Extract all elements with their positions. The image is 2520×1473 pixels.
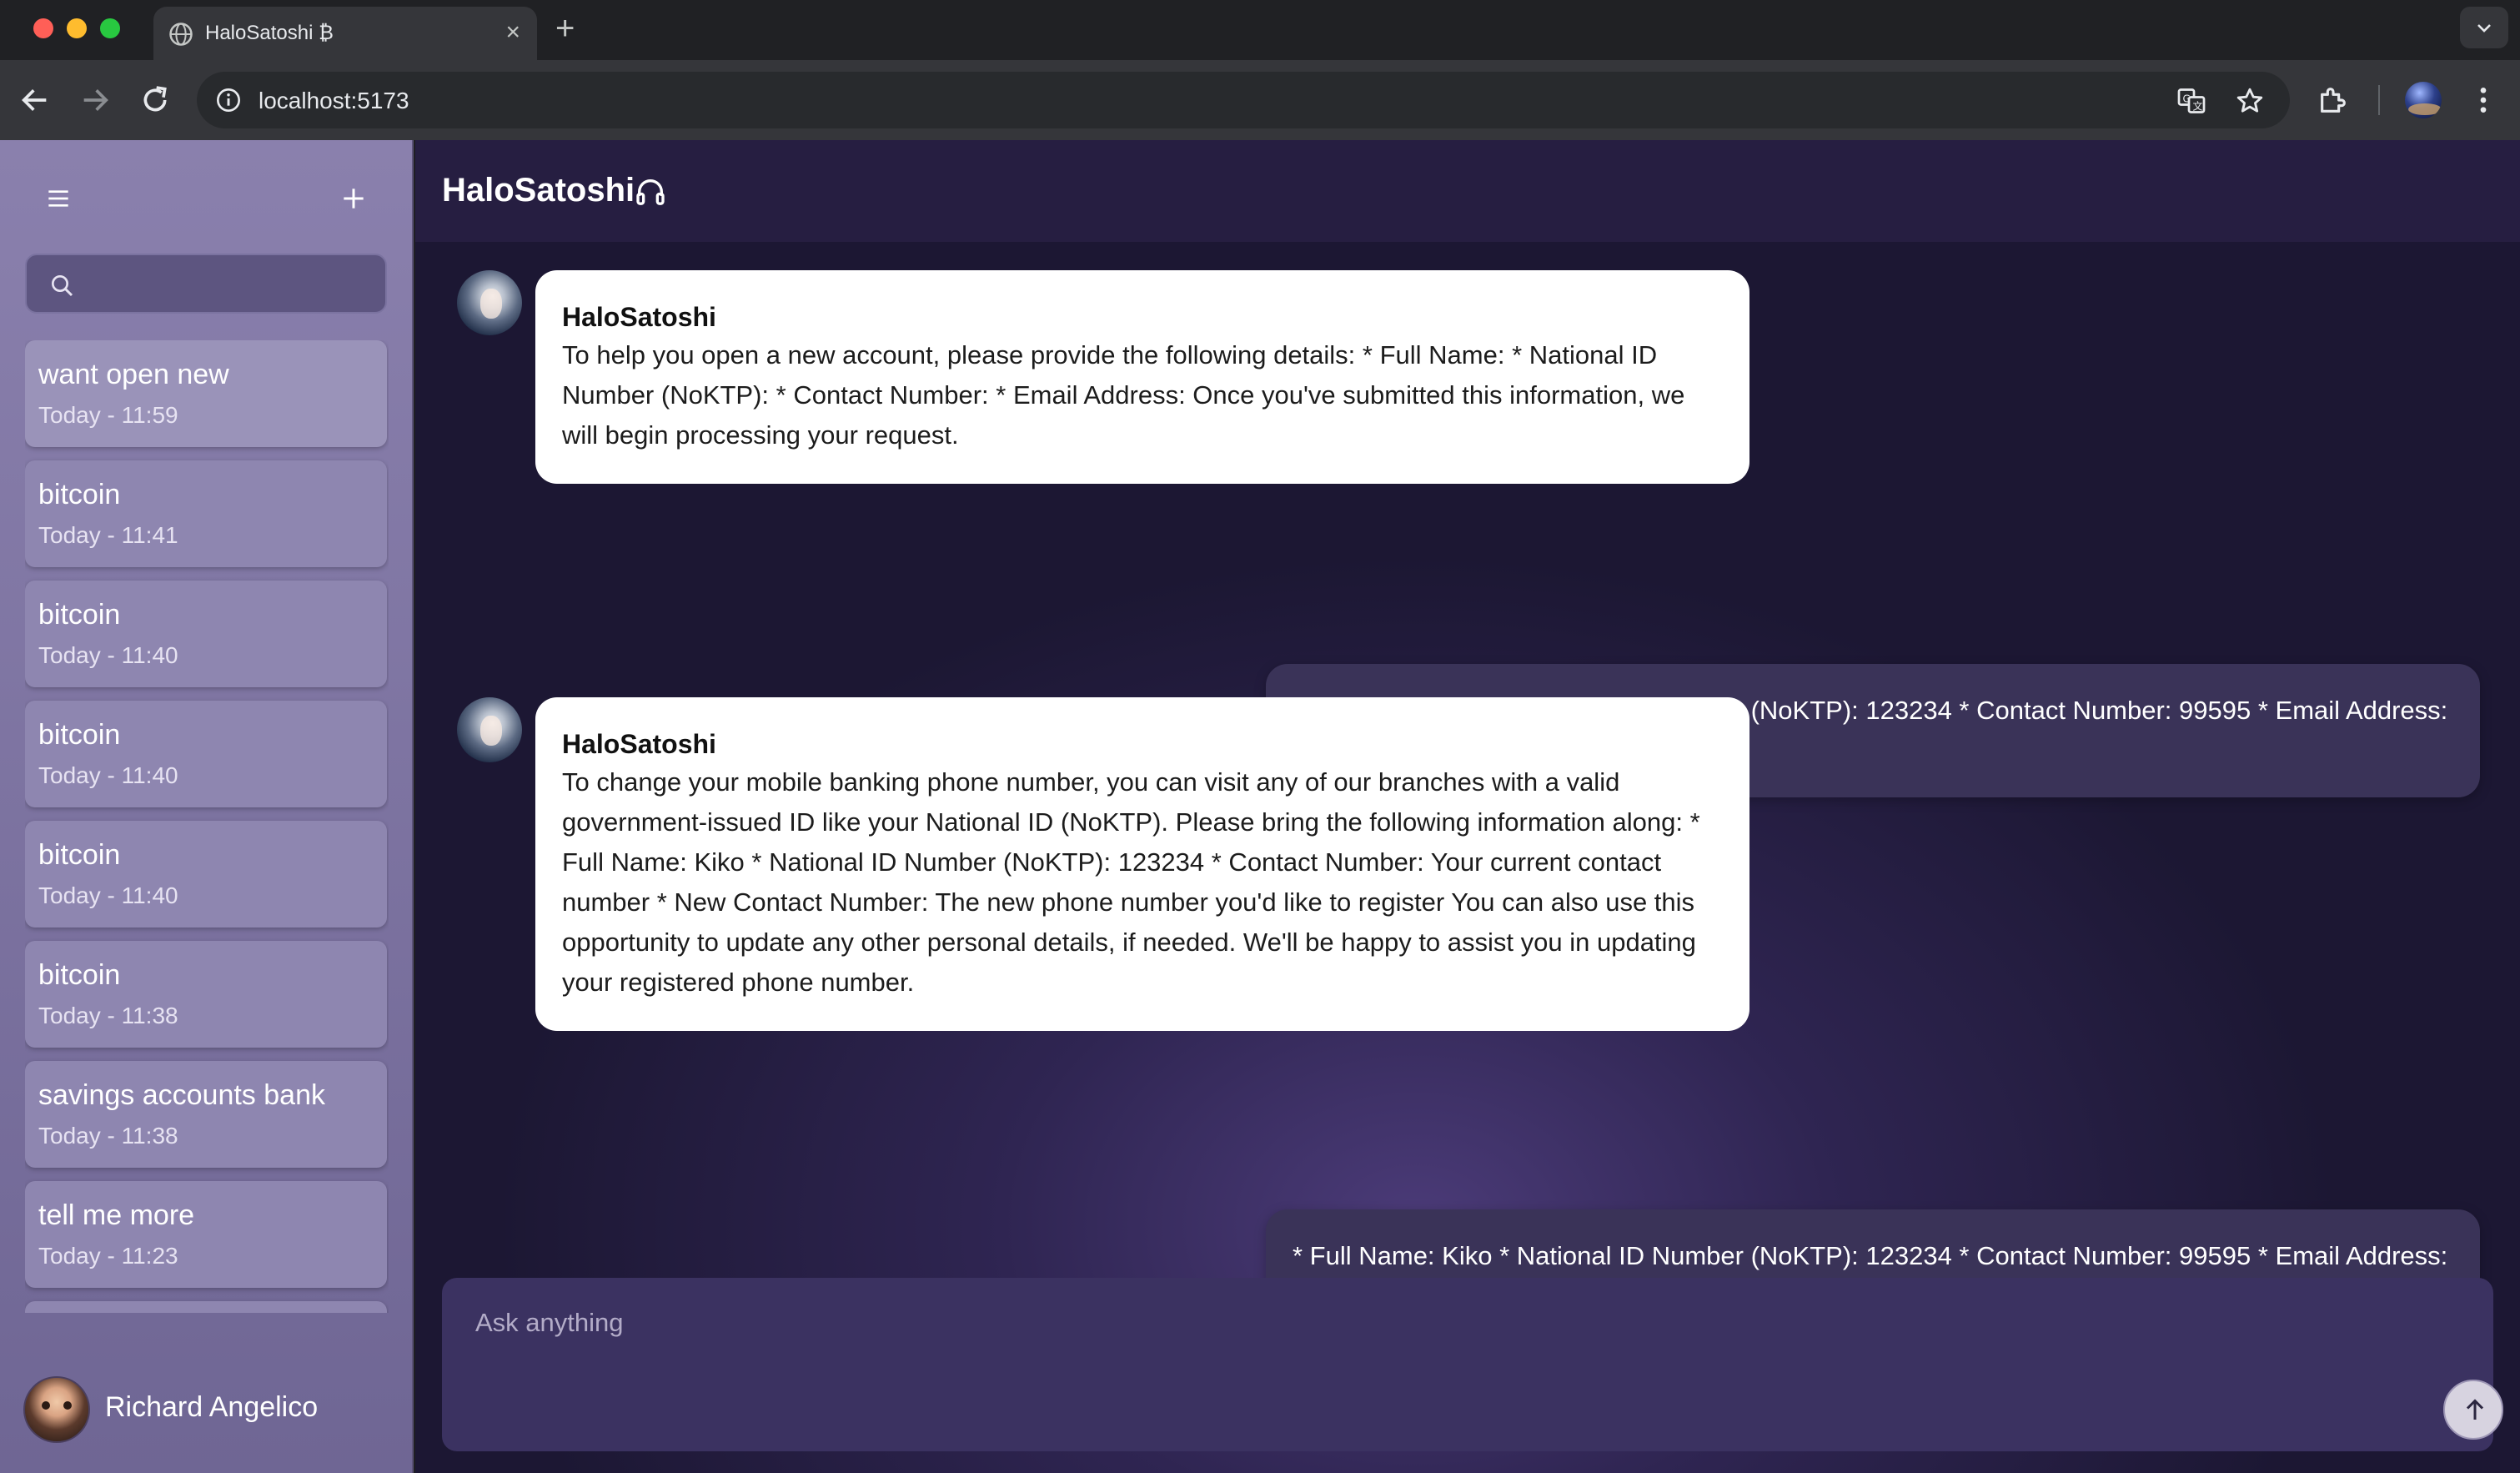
bot-message-text: To change your mobile banking phone numb… [562,767,1700,997]
search-icon [52,275,73,297]
headset-icon [636,179,665,205]
browser-tabbar: HaloSatoshi ₿ × + [0,0,2520,60]
globe-icon [169,23,193,46]
conversation-item[interactable]: bitcoin Today - 11:40 [25,701,387,807]
user-avatar[interactable] [23,1376,90,1443]
window-close-button[interactable] [33,18,53,38]
conversation-item[interactable]: bitcoin Today - 11:40 [25,821,387,928]
app-root: want open new Today - 11:59 bitcoin Toda… [0,140,2520,1473]
conversation-time: Today - 11:23 [38,1243,178,1269]
forward-icon[interactable] [78,83,112,117]
conversation-title: bitcoin [38,719,121,751]
chat-main: HaloSatoshi HaloSatoshi To help you open… [415,140,2520,1473]
conversation-item[interactable]: bitcoin Today - 11:41 [25,460,387,567]
window-minimize-button[interactable] [67,18,87,38]
conversation-time: Today - 11:40 [38,642,178,668]
conversation-list: want open new Today - 11:59 bitcoin Toda… [25,340,389,1313]
bot-message: HaloSatoshi To help you open a new accou… [535,270,1749,484]
tab-close-icon[interactable]: × [505,18,520,47]
conversation-item[interactable]: bitcoin Today - 11:38 [25,941,387,1048]
conversation-item[interactable]: want open new Today - 11:59 [25,340,387,447]
conversation-title: bitcoin [38,479,121,510]
bot-avatar [457,270,522,335]
bookmark-star-icon[interactable] [2235,86,2265,116]
send-button[interactable] [2443,1380,2503,1440]
chat-header: HaloSatoshi [415,140,2520,242]
conversation-time: Today - 11:41 [38,522,178,548]
conversation-time: Today - 11:38 [38,1003,178,1028]
bot-name: HaloSatoshi [562,302,716,332]
conversation-time: Today - 11:40 [38,762,178,788]
back-icon[interactable] [18,83,52,117]
conversation-time: Today - 11:38 [38,1123,178,1149]
conversation-title: bitcoin [38,599,121,631]
bot-message: HaloSatoshi To change your mobile bankin… [535,697,1749,1031]
search-input[interactable] [85,255,377,312]
site-info-icon[interactable] [215,87,242,113]
svg-text:G: G [2183,93,2191,105]
bot-message-text: To help you open a new account, please p… [562,340,1685,450]
conversation-title: bitcoin [38,959,121,991]
bot-name: HaloSatoshi [562,729,716,759]
conversation-title: want open new [38,359,229,390]
conversation-item[interactable]: tell me more Today - 11:23 [25,1181,387,1288]
sidebar: want open new Today - 11:59 bitcoin Toda… [0,140,414,1473]
svg-text:文: 文 [2193,100,2203,113]
arrow-up-icon [2466,1399,2484,1420]
conversation-time: Today - 11:59 [38,402,178,428]
address-bar[interactable]: localhost:5173 G 文 [197,72,2290,128]
url-text[interactable]: localhost:5173 [259,88,409,114]
tab-title: HaloSatoshi ₿ [205,22,334,44]
search-box[interactable] [25,254,387,314]
window-maximize-button[interactable] [100,18,120,38]
bot-avatar [457,697,522,762]
user-name[interactable]: Richard Angelico [105,1391,318,1424]
message-input[interactable] [475,1308,2393,1416]
extensions-icon[interactable] [2317,83,2350,117]
chat-messages: HaloSatoshi To help you open a new accou… [415,242,2520,1416]
conversation-title: savings accounts bank [38,1079,325,1111]
more-options-icon[interactable] [2467,83,2500,117]
tab-search-button[interactable] [2460,7,2508,48]
browser-toolbar: localhost:5173 G 文 [0,60,2520,140]
hamburger-icon[interactable] [42,182,75,215]
translate-icon[interactable]: G 文 [2176,86,2206,116]
new-tab-button[interactable]: + [555,10,575,47]
page-title: HaloSatoshi [442,172,635,209]
message-composer [442,1278,2503,1451]
reload-icon[interactable] [138,83,172,117]
conversation-item[interactable]: savings accounts bank Today - 11:38 [25,1061,387,1168]
conversation-time: Today - 11:40 [38,882,178,908]
conversation-title: tell me more [38,1199,195,1231]
browser-tab[interactable]: HaloSatoshi ₿ × [153,7,537,60]
chevron-down-icon [2477,24,2491,33]
plus-icon[interactable] [337,182,370,215]
toolbar-divider [2378,85,2380,115]
profile-avatar[interactable] [2405,82,2442,118]
conversation-item[interactable]: bitcoin Today - 11:40 [25,581,387,687]
conversation-item[interactable] [25,1301,387,1313]
conversation-title: bitcoin [38,839,121,871]
